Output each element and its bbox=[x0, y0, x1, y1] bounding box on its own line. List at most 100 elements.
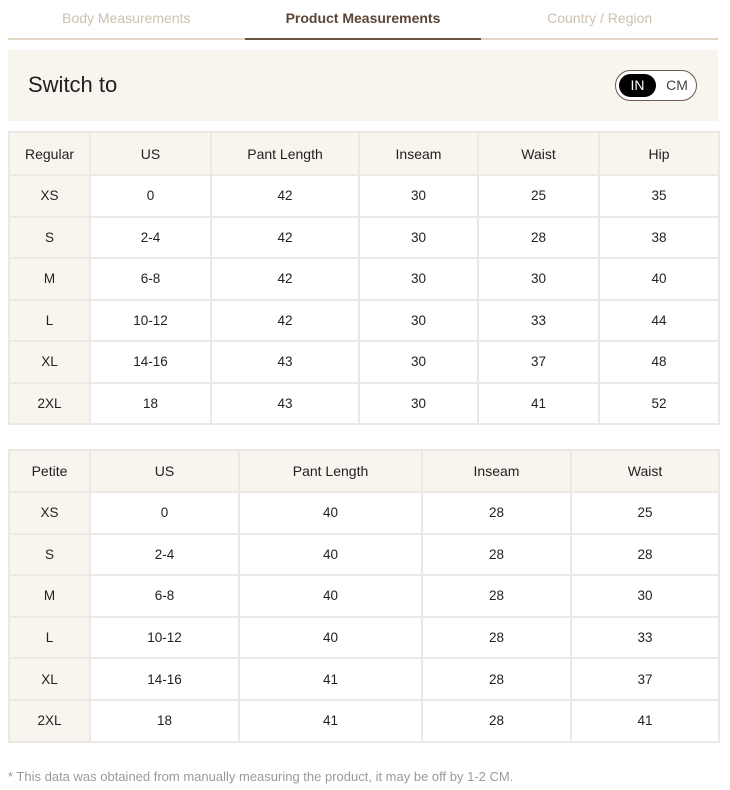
column-header: Pant Length bbox=[210, 131, 360, 176]
table-cell: 42 bbox=[210, 215, 360, 259]
table-cell: 25 bbox=[570, 491, 720, 535]
table-row: L 10-12 40 28 33 bbox=[8, 615, 720, 660]
table-cell: 0 bbox=[89, 174, 212, 218]
table-cell: 30 bbox=[570, 574, 720, 618]
column-header: Petite bbox=[8, 449, 91, 493]
table-row: S 2-4 40 28 28 bbox=[8, 532, 720, 577]
table-header-row: Petite US Pant Length Inseam Waist bbox=[8, 449, 720, 493]
table-cell: 41 bbox=[477, 381, 600, 425]
table-row: XS 0 42 30 25 35 bbox=[8, 174, 720, 218]
table-cell: 30 bbox=[358, 215, 479, 259]
table-cell: 28 bbox=[421, 657, 572, 701]
table-cell: 2-4 bbox=[89, 532, 240, 577]
table-cell: 40 bbox=[238, 615, 423, 660]
size-label-cell: L bbox=[8, 298, 91, 342]
table-cell: 42 bbox=[210, 257, 360, 301]
table-cell: 28 bbox=[421, 698, 572, 743]
size-label-cell: L bbox=[8, 615, 91, 660]
table-cell: 28 bbox=[421, 491, 572, 535]
size-label-cell: 2XL bbox=[8, 698, 91, 743]
size-label-cell: M bbox=[8, 257, 91, 301]
table-cell: 30 bbox=[358, 381, 479, 425]
size-label-cell: S bbox=[8, 532, 91, 577]
table-cell: 35 bbox=[598, 174, 720, 218]
table-row: XL 14-16 43 30 37 48 bbox=[8, 340, 720, 384]
table-cell: 18 bbox=[89, 698, 240, 743]
size-label-cell: XS bbox=[8, 174, 91, 218]
table-cell: 43 bbox=[210, 340, 360, 384]
table-cell: 40 bbox=[598, 257, 720, 301]
size-label-cell: XL bbox=[8, 340, 91, 384]
table-cell: 10-12 bbox=[89, 298, 212, 342]
unit-cm-button[interactable]: CM bbox=[660, 74, 694, 97]
table-cell: 30 bbox=[358, 174, 479, 218]
table-cell: 44 bbox=[598, 298, 720, 342]
regular-size-table: Regular US Pant Length Inseam Waist Hip XS 0 42… bbox=[8, 131, 720, 425]
table-cell: 52 bbox=[598, 381, 720, 425]
tab-body-measurements[interactable]: Body Measurements bbox=[8, 0, 245, 38]
table-cell: 6-8 bbox=[89, 574, 240, 618]
column-header: Regular bbox=[8, 131, 91, 176]
table-row: 2XL 18 43 30 41 52 bbox=[8, 381, 720, 425]
table-cell: 33 bbox=[477, 298, 600, 342]
table-row: XL 14-16 41 28 37 bbox=[8, 657, 720, 701]
table-cell: 30 bbox=[477, 257, 600, 301]
table-row: L 10-12 42 30 33 44 bbox=[8, 298, 720, 342]
table-cell: 42 bbox=[210, 298, 360, 342]
table-cell: 6-8 bbox=[89, 257, 212, 301]
table-cell: 28 bbox=[421, 532, 572, 577]
table-cell: 0 bbox=[89, 491, 240, 535]
table-cell: 28 bbox=[421, 615, 572, 660]
table-cell: 41 bbox=[238, 698, 423, 743]
table-cell: 14-16 bbox=[89, 657, 240, 701]
table-cell: 40 bbox=[238, 491, 423, 535]
table-row: M 6-8 40 28 30 bbox=[8, 574, 720, 618]
column-header: US bbox=[89, 131, 212, 176]
table-cell: 43 bbox=[210, 381, 360, 425]
table-row: S 2-4 42 30 28 38 bbox=[8, 215, 720, 259]
table-cell: 42 bbox=[210, 174, 360, 218]
table-cell: 38 bbox=[598, 215, 720, 259]
table-cell: 25 bbox=[477, 174, 600, 218]
table-cell: 30 bbox=[358, 340, 479, 384]
table-cell: 28 bbox=[570, 532, 720, 577]
table-cell: 30 bbox=[358, 298, 479, 342]
table-cell: 10-12 bbox=[89, 615, 240, 660]
table-cell: 37 bbox=[477, 340, 600, 384]
table-cell: 37 bbox=[570, 657, 720, 701]
table-cell: 48 bbox=[598, 340, 720, 384]
table-header-row: Regular US Pant Length Inseam Waist Hip bbox=[8, 131, 720, 176]
petite-size-table: Petite US Pant Length Inseam Waist XS 0 40 28 25… bbox=[8, 449, 720, 743]
table-cell: 2-4 bbox=[89, 215, 212, 259]
table-row: M 6-8 42 30 30 40 bbox=[8, 257, 720, 301]
column-header: Inseam bbox=[421, 449, 572, 493]
table-cell: 18 bbox=[89, 381, 212, 425]
table-cell: 40 bbox=[238, 574, 423, 618]
size-label-cell: M bbox=[8, 574, 91, 618]
switch-title: Switch to bbox=[28, 72, 118, 97]
measurement-tabs: Body Measurements Product Measurements C… bbox=[8, 0, 718, 40]
table-cell: 28 bbox=[477, 215, 600, 259]
table-cell: 30 bbox=[358, 257, 479, 301]
column-header: Waist bbox=[570, 449, 720, 493]
tab-product-measurements[interactable]: Product Measurements bbox=[244, 0, 482, 40]
size-label-cell: 2XL bbox=[8, 381, 91, 425]
column-header: Inseam bbox=[358, 131, 479, 176]
table-cell: 14-16 bbox=[89, 340, 212, 384]
unit-switch-bar: Switch to IN CM bbox=[8, 50, 718, 121]
tab-country-region[interactable]: Country / Region bbox=[481, 0, 718, 38]
unit-toggle[interactable]: IN CM bbox=[615, 70, 697, 101]
table-cell: 41 bbox=[238, 657, 423, 701]
table-cell: 41 bbox=[570, 698, 720, 743]
column-header: Hip bbox=[598, 131, 720, 176]
unit-in-button[interactable]: IN bbox=[619, 74, 656, 97]
size-label-cell: S bbox=[8, 215, 91, 259]
column-header: Waist bbox=[477, 131, 600, 176]
column-header: Pant Length bbox=[238, 449, 423, 493]
size-label-cell: XS bbox=[8, 491, 91, 535]
table-row: 2XL 18 41 28 41 bbox=[8, 698, 720, 743]
table-cell: 33 bbox=[570, 615, 720, 660]
table-cell: 28 bbox=[421, 574, 572, 618]
table-cell: 40 bbox=[238, 532, 423, 577]
column-header: US bbox=[89, 449, 240, 493]
